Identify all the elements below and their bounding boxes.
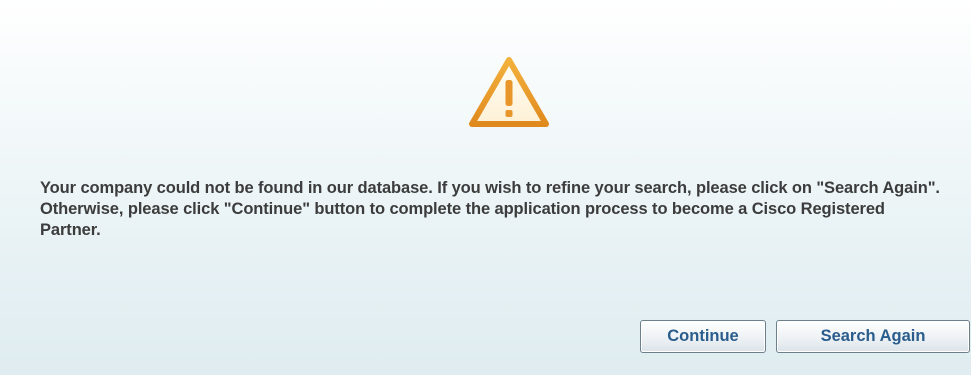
search-again-button[interactable]: Search Again	[776, 320, 970, 353]
warning-triangle-icon	[469, 57, 549, 127]
error-message: Your company could not be found in our d…	[40, 179, 940, 239]
continue-button[interactable]: Continue	[640, 320, 766, 353]
warning-dialog: Your company could not be found in our d…	[0, 0, 971, 375]
